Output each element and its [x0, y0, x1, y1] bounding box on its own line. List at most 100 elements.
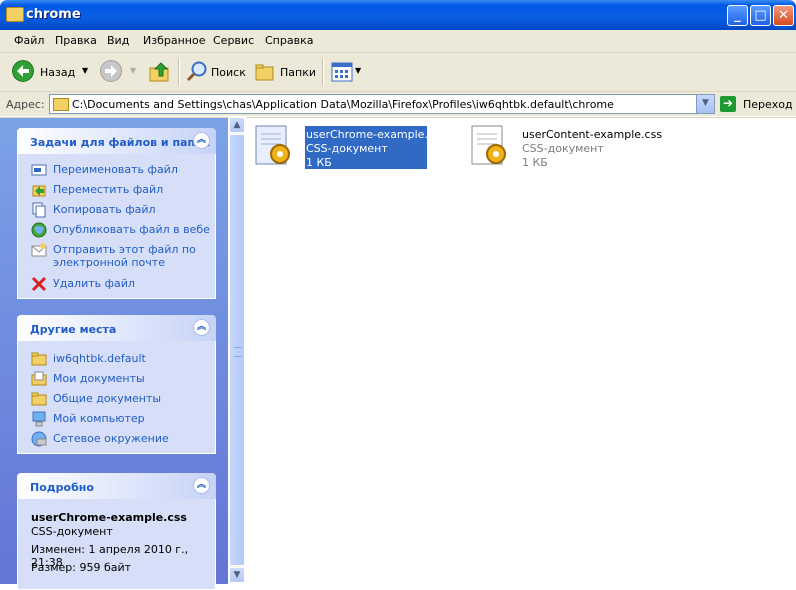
documents-folder-icon: [31, 371, 47, 386]
collapse-icon[interactable]: ︽: [193, 319, 210, 336]
forward-dropdown-icon[interactable]: ▼: [130, 66, 136, 75]
places-panel: Другие места ︽ iw6qhtbk.default Мои доку…: [17, 315, 216, 454]
file-size: 1 КБ: [522, 156, 548, 169]
forward-button[interactable]: ▼: [100, 60, 138, 84]
file-size: 1 КБ: [306, 156, 332, 169]
back-button[interactable]: Назад ▼: [12, 60, 92, 84]
search-label: Поиск: [211, 66, 246, 79]
task-pane-scrollbar[interactable]: ▲ ▼: [229, 117, 245, 583]
task-copy-label: Копировать файл: [53, 203, 156, 216]
collapse-icon[interactable]: ︽: [193, 132, 210, 149]
scroll-down-icon[interactable]: ▼: [229, 567, 245, 583]
tasks-panel: Задачи для файлов и папок ︽ Переименоват…: [17, 128, 216, 299]
detail-file-name: userChrome-example.css: [31, 511, 187, 524]
file-type: CSS-документ: [522, 142, 604, 155]
place-shared-documents-label: Общие документы: [53, 392, 162, 405]
file-item-usercontent[interactable]: userContent-example.css CSS-документ 1 К…: [466, 122, 666, 172]
detail-file-type: CSS-документ: [31, 525, 113, 538]
tasks-panel-header[interactable]: Задачи для файлов и папок ︽: [17, 128, 216, 154]
maximize-icon: □: [754, 8, 767, 23]
task-email-label-1: Отправить этот файл по: [53, 243, 196, 256]
address-path: C:\Documents and Settings\chas\Applicati…: [72, 98, 614, 111]
task-publish-label: Опубликовать файл в вебе: [53, 223, 210, 236]
globe-icon: [31, 222, 47, 238]
close-button[interactable]: ✕: [773, 5, 794, 26]
tasks-panel-body: Переименовать файл Переместить файл Копи…: [17, 154, 216, 299]
folders-label: Папки: [280, 66, 316, 79]
views-dropdown-icon: ▼: [355, 66, 362, 75]
task-rename-label: Переименовать файл: [53, 163, 178, 176]
go-button[interactable]: Переход: [743, 98, 793, 111]
menu-help[interactable]: Справка: [265, 34, 313, 47]
menu-edit[interactable]: Правка: [55, 34, 97, 47]
file-list[interactable]: userChrome-example.css CSS-документ 1 КБ…: [246, 117, 796, 584]
folders-button[interactable]: Папки: [254, 60, 316, 84]
place-network-label: Сетевое окружение: [53, 432, 169, 445]
address-input[interactable]: C:\Documents and Settings\chas\Applicati…: [49, 94, 715, 114]
file-item-userchrome[interactable]: userChrome-example.css CSS-документ 1 КБ: [250, 122, 450, 172]
network-icon: [31, 431, 47, 447]
menu-file[interactable]: Файл: [14, 34, 44, 47]
menu-bar: Файл Правка Вид Избранное Сервис Справка: [0, 30, 796, 78]
folder-icon: [31, 392, 47, 406]
up-folder-button[interactable]: [148, 60, 172, 84]
forward-arrow-icon: [100, 60, 122, 82]
address-bar: Адрес: C:\Documents and Settings\chas\Ap…: [0, 92, 796, 116]
folder-icon: [53, 98, 69, 111]
folders-icon: [255, 64, 274, 81]
toolbar-separator: [322, 58, 324, 86]
scroll-up-icon[interactable]: ▲: [229, 117, 245, 133]
toolbar: Назад ▼ ▼ Поиск Папки ▼: [0, 53, 796, 92]
places-panel-header[interactable]: Другие места ︽: [17, 315, 216, 341]
task-move-label: Переместить файл: [53, 183, 164, 196]
details-panel-header[interactable]: Подробно ︽: [17, 473, 216, 499]
window-title: chrome: [26, 7, 81, 22]
address-label: Адрес:: [6, 98, 45, 111]
task-pane: Задачи для файлов и папок ︽ Переименоват…: [0, 117, 228, 590]
minimize-icon: _: [734, 8, 741, 23]
css-file-icon: [471, 125, 506, 165]
folder-icon: [31, 352, 47, 366]
move-icon: [32, 185, 46, 197]
toolbar-separator: [178, 58, 180, 86]
tasks-panel-title: Задачи для файлов и папок: [30, 136, 211, 149]
views-button[interactable]: ▼: [331, 60, 363, 84]
details-panel-body: userChrome-example.css CSS-документ Изме…: [17, 499, 216, 590]
up-folder-icon: [149, 62, 169, 82]
computer-icon: [32, 411, 46, 427]
details-panel-title: Подробно: [30, 481, 94, 494]
menu-favorites[interactable]: Избранное: [143, 34, 205, 47]
search-button[interactable]: Поиск: [186, 60, 246, 84]
file-name: userContent-example.css: [522, 128, 663, 141]
back-label: Назад: [40, 66, 76, 79]
file-name: userChrome-example.css: [306, 128, 446, 141]
task-delete-label: Удалить файл: [53, 277, 135, 290]
place-my-computer-label: Мой компьютер: [53, 412, 145, 425]
copy-icon: [32, 202, 46, 218]
title-bar[interactable]: chrome _ □ ✕: [0, 0, 796, 30]
task-email-label-2: электронной почте: [53, 256, 165, 269]
place-my-documents-label: Мои документы: [53, 372, 145, 385]
menu-view[interactable]: Вид: [107, 34, 129, 47]
delete-icon: [31, 276, 47, 292]
folder-icon: [6, 7, 24, 22]
css-file-icon: [255, 125, 290, 165]
close-icon: ✕: [778, 8, 789, 23]
minimize-button[interactable]: _: [727, 5, 748, 26]
go-arrow-icon[interactable]: ➜: [720, 96, 736, 112]
scroll-grip-icon: [234, 347, 242, 357]
scroll-thumb[interactable]: [229, 134, 245, 566]
details-panel: Подробно ︽ userChrome-example.css CSS-до…: [17, 473, 216, 590]
detail-size: Размер: 959 байт: [31, 561, 132, 574]
collapse-icon[interactable]: ︽: [193, 477, 210, 494]
back-arrow-icon: [12, 60, 34, 82]
menu-tools[interactable]: Сервис: [213, 34, 254, 47]
search-icon: [186, 61, 207, 82]
back-dropdown-icon[interactable]: ▼: [82, 66, 88, 75]
maximize-button[interactable]: □: [750, 5, 771, 26]
views-icon: [331, 62, 353, 82]
address-dropdown-icon[interactable]: ▼: [696, 95, 714, 113]
places-panel-body: iw6qhtbk.default Мои документы Общие док…: [17, 341, 216, 454]
email-icon: [31, 243, 47, 257]
rename-icon: [31, 164, 47, 176]
